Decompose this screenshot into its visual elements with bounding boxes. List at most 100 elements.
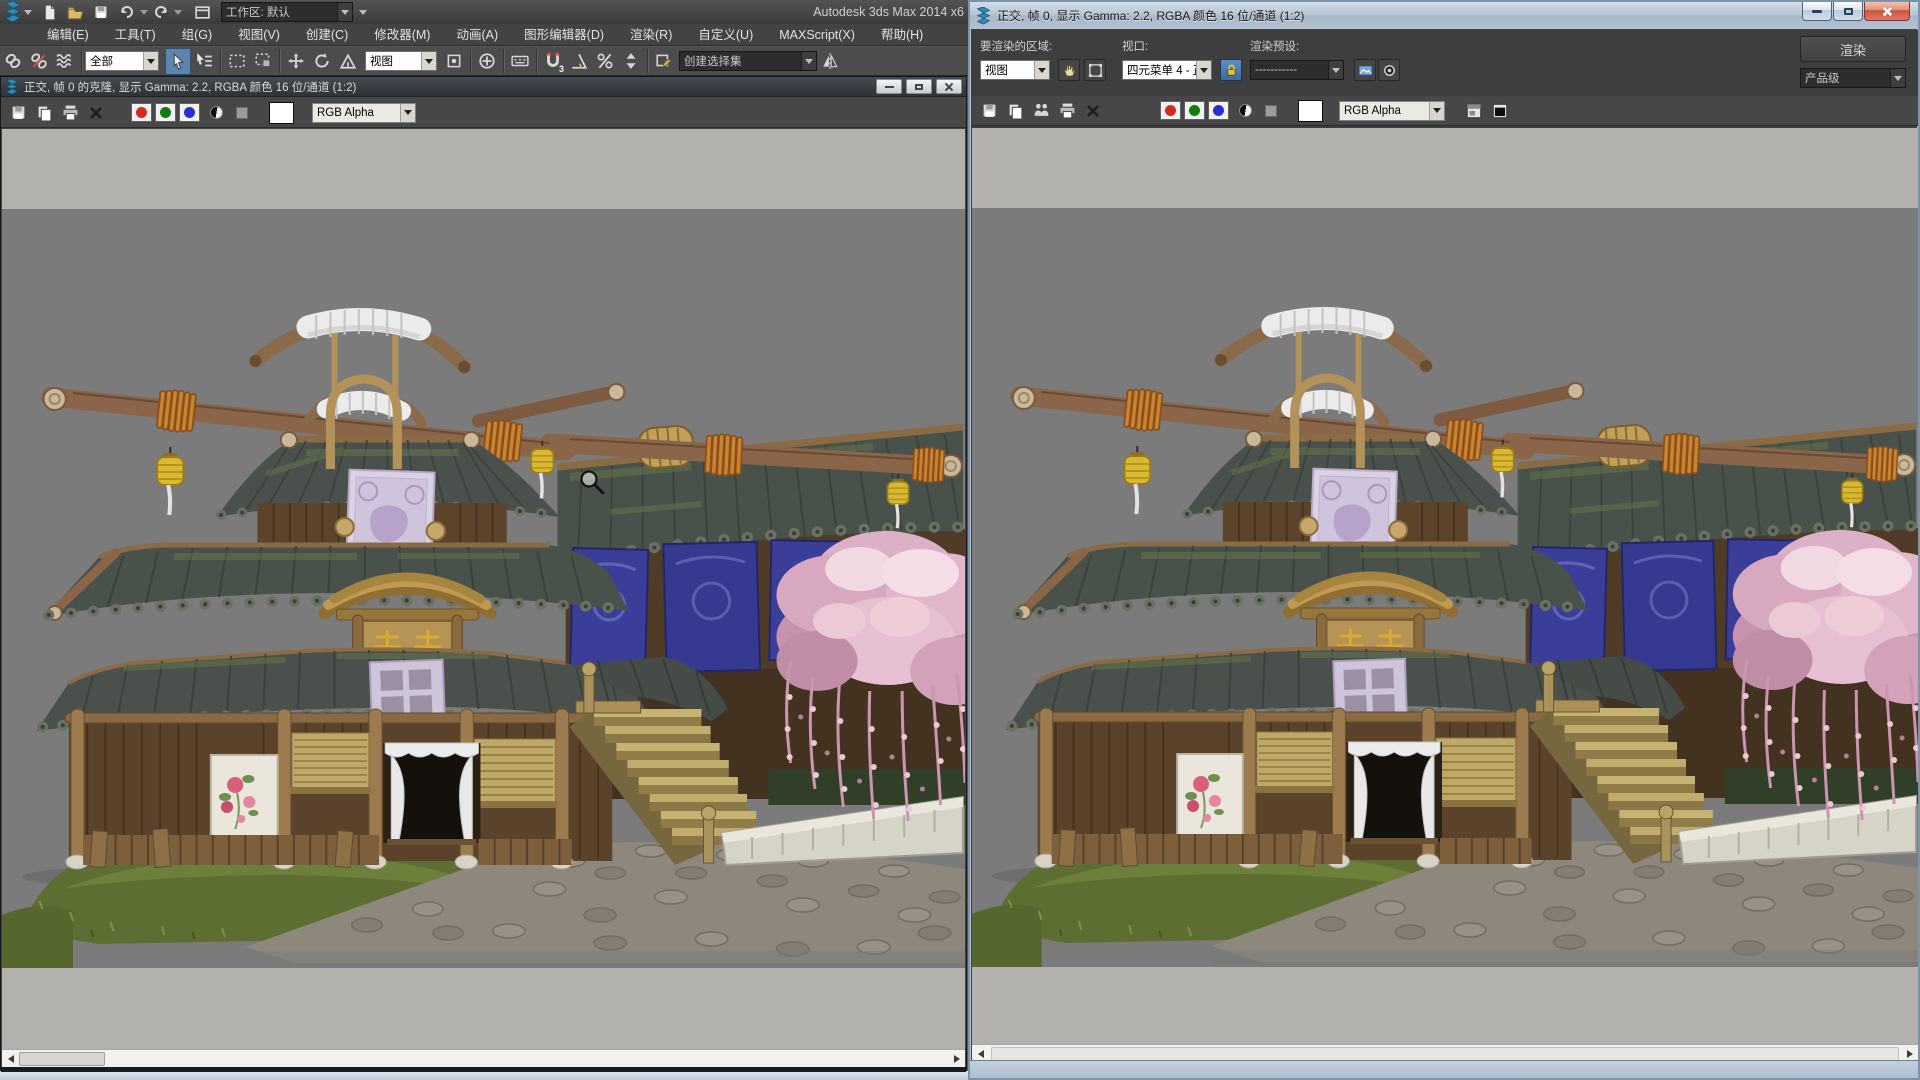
bind-to-space-warp-icon[interactable] — [52, 48, 78, 75]
scroll-right-arrow[interactable] — [948, 1050, 965, 1067]
menu-modifiers[interactable]: 修改器(M) — [361, 24, 443, 46]
use-pivot-point-icon[interactable] — [441, 48, 467, 75]
menu-tools[interactable]: 工具(T) — [102, 24, 169, 46]
red-channel-button[interactable] — [1160, 101, 1181, 120]
menu-views[interactable]: 视图(V) — [225, 24, 293, 46]
menu-create[interactable]: 创建(C) — [293, 24, 361, 46]
edit-region-icon[interactable] — [1058, 59, 1080, 81]
menu-edit[interactable]: 编辑(E) — [34, 24, 102, 46]
redo-dropdown-icon[interactable] — [174, 10, 182, 15]
scrollbar-thumb[interactable] — [991, 1047, 1899, 1061]
right-render-canvas[interactable] — [972, 128, 1918, 1044]
blue-channel-button[interactable] — [179, 103, 200, 122]
toggle-ui-icon[interactable] — [1487, 97, 1513, 124]
clone-rendered-frame-icon[interactable] — [1028, 97, 1054, 124]
render-preset-dropdown[interactable]: ----------- — [1250, 60, 1344, 80]
close-button[interactable] — [936, 79, 962, 94]
close-button[interactable] — [1864, 2, 1910, 21]
copy-image-icon[interactable] — [31, 99, 57, 126]
angle-snap-toggle-icon[interactable] — [566, 48, 592, 75]
auto-region-icon[interactable] — [1084, 59, 1106, 81]
new-file-icon[interactable] — [37, 1, 61, 23]
unlink-selection-icon[interactable] — [26, 48, 52, 75]
copy-image-icon[interactable] — [1002, 97, 1028, 124]
print-image-icon[interactable] — [1054, 97, 1080, 124]
selection-filter-dropdown[interactable]: 全部 — [85, 51, 159, 71]
toggle-ui-overlays-icon[interactable] — [1461, 97, 1487, 124]
monochrome-channel-icon[interactable] — [203, 99, 229, 126]
project-folder-icon[interactable] — [190, 1, 214, 23]
app-logo-icon[interactable] — [1, 1, 35, 23]
undo-dropdown-icon[interactable] — [140, 10, 148, 15]
channel-display-dropdown[interactable]: RGB Alpha — [312, 103, 416, 123]
select-and-rotate-icon[interactable] — [309, 48, 335, 75]
alpha-channel-icon[interactable] — [229, 99, 255, 126]
keyboard-shortcut-override-icon[interactable] — [507, 48, 533, 75]
left-window-titlebar[interactable]: 正交, 帧 0 的克隆, 显示 Gamma: 2.2, RGBA 颜色 16 位… — [1, 77, 966, 97]
menu-animation[interactable]: 动画(A) — [443, 24, 511, 46]
spinner-snap-toggle-icon[interactable] — [618, 48, 644, 75]
save-image-icon[interactable] — [976, 97, 1002, 124]
clear-image-icon[interactable] — [1080, 97, 1106, 124]
select-object-icon[interactable] — [165, 48, 191, 75]
red-channel-button[interactable] — [131, 103, 152, 122]
menubar: 编辑(E) 工具(T) 组(G) 视图(V) 创建(C) 修改器(M) 动画(A… — [0, 24, 968, 46]
save-file-icon[interactable] — [89, 1, 113, 23]
right-window-titlebar[interactable]: 正交, 帧 0, 显示 Gamma: 2.2, RGBA 颜色 16 位/通道 … — [970, 2, 1918, 29]
viewport-lock-icon[interactable] — [1220, 59, 1242, 81]
rectangular-selection-region-icon[interactable] — [224, 48, 250, 75]
render-button[interactable]: 渲染 — [1800, 36, 1906, 62]
background-color-swatch[interactable] — [1298, 100, 1323, 122]
maximize-button[interactable] — [906, 79, 932, 94]
edit-named-selection-sets-icon[interactable] — [651, 48, 677, 75]
menu-graph-editors[interactable]: 图形编辑器(D) — [511, 24, 617, 46]
menu-customize[interactable]: 自定义(U) — [685, 24, 766, 46]
snaps-toggle-icon[interactable]: 3 — [540, 48, 566, 75]
green-channel-button[interactable] — [155, 103, 176, 122]
window-crossing-toggle-icon[interactable] — [250, 48, 276, 75]
select-and-manipulate-icon[interactable] — [474, 48, 500, 75]
maximize-button[interactable] — [1833, 2, 1863, 21]
background-color-swatch[interactable] — [269, 102, 294, 124]
menu-group[interactable]: 组(G) — [169, 24, 226, 46]
workspace-dropdown[interactable]: 工作区: 默认 — [221, 2, 353, 22]
monochrome-channel-icon[interactable] — [1232, 97, 1258, 124]
scroll-left-arrow[interactable] — [2, 1050, 19, 1067]
viewport-dropdown[interactable]: 四元菜单 4 - 正交 — [1122, 60, 1212, 80]
minimize-button[interactable] — [876, 79, 902, 94]
minimize-button[interactable] — [1802, 2, 1832, 21]
render-setup-icon[interactable] — [1378, 59, 1400, 81]
select-by-name-icon[interactable] — [191, 48, 217, 75]
channel-display-dropdown[interactable]: RGB Alpha — [1339, 101, 1445, 121]
left-window-title: 正交, 帧 0 的克隆, 显示 Gamma: 2.2, RGBA 颜色 16 位… — [24, 79, 872, 95]
open-file-icon[interactable] — [63, 1, 87, 23]
blue-channel-button[interactable] — [1208, 101, 1229, 120]
menu-rendering[interactable]: 渲染(R) — [617, 24, 685, 46]
select-and-scale-icon[interactable] — [335, 48, 361, 75]
render-mode-dropdown[interactable]: 产品级 — [1800, 68, 1906, 88]
select-and-move-icon[interactable] — [283, 48, 309, 75]
scrollbar-thumb[interactable] — [19, 1052, 105, 1066]
percent-snap-toggle-icon[interactable] — [592, 48, 618, 75]
menu-help[interactable]: 帮助(H) — [868, 24, 936, 46]
menu-maxscript[interactable]: MAXScript(X) — [766, 24, 868, 46]
render-frame-window-clone: 正交, 帧 0 的克隆, 显示 Gamma: 2.2, RGBA 颜色 16 位… — [0, 76, 967, 1071]
save-image-icon[interactable] — [5, 99, 31, 126]
render-preset-value: ----------- — [1251, 64, 1328, 76]
undo-icon[interactable] — [115, 1, 139, 23]
window-bottom-frame — [970, 1060, 1918, 1078]
print-image-icon[interactable] — [57, 99, 83, 126]
alpha-channel-icon[interactable] — [1258, 97, 1284, 124]
redo-icon[interactable] — [149, 1, 173, 23]
green-channel-button[interactable] — [1184, 101, 1205, 120]
named-selection-sets-dropdown[interactable]: 创建选择集 — [679, 51, 817, 71]
reference-coordinate-dropdown[interactable]: 视图 — [365, 51, 437, 71]
left-render-canvas[interactable] — [2, 129, 965, 1049]
mirror-icon[interactable] — [817, 48, 843, 75]
workspace-extra-dropdown-icon[interactable] — [359, 10, 367, 15]
clear-image-icon[interactable] — [83, 99, 109, 126]
left-horizontal-scrollbar[interactable] — [2, 1049, 965, 1067]
area-to-render-dropdown[interactable]: 视图 — [980, 60, 1050, 80]
select-and-link-icon[interactable] — [0, 48, 26, 75]
save-preset-icon[interactable] — [1354, 59, 1376, 81]
